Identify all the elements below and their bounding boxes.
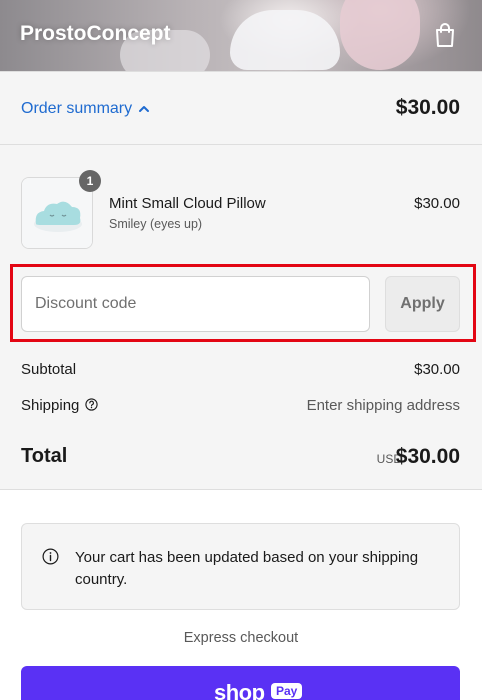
shop-pay-button[interactable]: shop Pay — [21, 666, 460, 700]
store-header: ProstoConcept — [0, 0, 482, 72]
shop-pay-badge: Pay — [271, 683, 303, 699]
total-value: $30.00 — [395, 445, 460, 468]
product-name: Mint Small Cloud Pillow — [109, 195, 266, 212]
subtotal-value: $30.00 — [414, 361, 460, 378]
chevron-up-icon[interactable] — [137, 102, 151, 116]
quantity-badge: 1 — [79, 170, 101, 192]
discount-code-input[interactable] — [21, 276, 370, 332]
header-plush-decoration — [340, 0, 420, 70]
shop-pay-logo: shop — [214, 680, 265, 700]
total-label: Total — [21, 445, 68, 467]
express-checkout-label: Express checkout — [183, 630, 299, 646]
notice-text: Your cart has been updated based on your… — [75, 549, 419, 588]
order-summary-label[interactable]: Order summary — [21, 100, 132, 118]
shipping-value: Enter shipping address — [306, 397, 460, 414]
header-cloud-decoration — [230, 10, 340, 70]
subtotal-label: Subtotal — [21, 361, 77, 378]
shipping-row: Shipping — [21, 397, 99, 414]
product-variant: Smiley (eyes up) — [109, 217, 203, 231]
order-summary-toggle[interactable]: Order summary $30.00 — [0, 72, 482, 145]
cart-updated-notice: Your cart has been updated based on your… — [21, 523, 460, 610]
product-price: $30.00 — [414, 195, 460, 212]
shipping-label: Shipping — [21, 397, 80, 414]
shopping-bag-icon[interactable] — [433, 22, 457, 48]
store-logo-link[interactable]: ProstoConcept — [20, 22, 171, 46]
info-icon — [42, 548, 59, 565]
apply-discount-button[interactable]: Apply — [385, 276, 460, 332]
help-circle-icon[interactable] — [85, 398, 99, 411]
order-details-panel: 1 Mint Small Cloud Pillow Smiley (eyes u… — [0, 145, 482, 490]
order-summary-total: $30.00 — [395, 96, 460, 119]
